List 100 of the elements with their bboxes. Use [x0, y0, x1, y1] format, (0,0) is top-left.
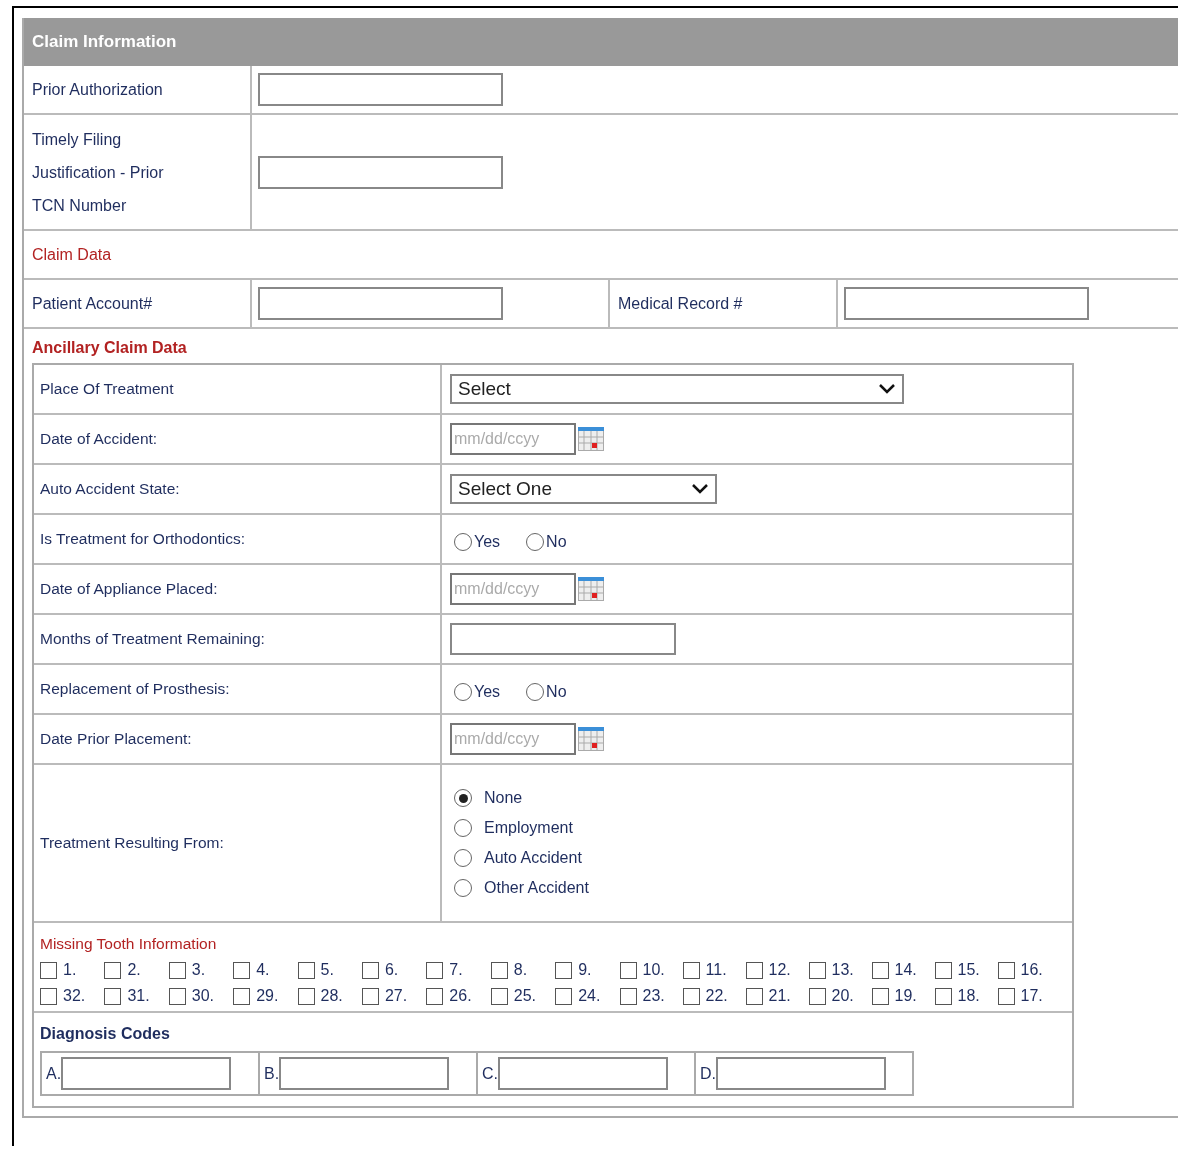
tooth-label: 30. [191, 987, 215, 1005]
checkbox[interactable] [808, 961, 826, 979]
tooth-label: 3. [191, 961, 206, 979]
field-label: Date of Appliance Placed: [40, 580, 218, 598]
checkbox[interactable] [361, 987, 379, 1005]
date-field[interactable]: mm/dd/ccyy [450, 573, 576, 605]
checkbox[interactable] [619, 987, 637, 1005]
checkbox[interactable] [297, 987, 315, 1005]
calendar-icon[interactable] [578, 577, 604, 601]
radio-label: Yes [474, 683, 501, 701]
radio-label: Auto Accident [484, 849, 582, 867]
tooth-label: 28. [320, 987, 343, 1005]
checkbox[interactable] [297, 961, 315, 979]
checkbox[interactable] [40, 961, 57, 979]
tooth-label: 24. [578, 987, 601, 1005]
tooth-label: 20. [831, 987, 854, 1005]
section-heading: Diagnosis Codes [40, 1025, 171, 1043]
text-field[interactable] [279, 1057, 450, 1090]
checkbox[interactable] [682, 961, 700, 979]
checkbox[interactable] [104, 961, 122, 979]
tooth-label: 32. [63, 987, 86, 1005]
tooth-label: 5. [320, 961, 334, 979]
checkbox[interactable] [934, 987, 952, 1005]
radio-label: Employment [484, 819, 573, 837]
field-label: Date of Accident: [40, 430, 158, 448]
checkbox[interactable] [104, 987, 122, 1005]
calendar-icon[interactable] [578, 427, 604, 451]
tooth-label: 10. [642, 961, 665, 979]
section-header: Claim Information [24, 18, 1178, 66]
tooth-label: 9. [578, 961, 592, 979]
checkbox[interactable] [233, 987, 251, 1005]
tooth-label: 17. [1020, 987, 1043, 1005]
checkbox[interactable] [682, 987, 700, 1005]
tooth-label: 26. [449, 987, 472, 1005]
checkbox[interactable] [997, 961, 1015, 979]
tooth-label: 6. [384, 961, 399, 979]
checkbox[interactable] [490, 987, 508, 1005]
date-field[interactable]: mm/dd/ccyy [450, 723, 576, 755]
text-field[interactable] [258, 287, 503, 320]
field-label: Medical Record # [618, 294, 743, 313]
checkbox[interactable] [745, 961, 763, 979]
checkbox[interactable] [871, 987, 889, 1005]
date-field[interactable]: mm/dd/ccyy [450, 423, 576, 455]
tooth-label: 29. [256, 987, 279, 1005]
section-heading: Missing Tooth Information [40, 935, 218, 953]
tooth-label: 11. [705, 961, 727, 979]
calendar-icon[interactable] [578, 727, 604, 751]
text-field[interactable] [450, 623, 676, 655]
select-field[interactable]: Select [450, 374, 904, 404]
checkbox[interactable] [426, 961, 444, 979]
field-label: Is Treatment for Orthodontics: [40, 530, 246, 548]
tooth-label: 13. [831, 961, 854, 979]
checkbox[interactable] [871, 961, 889, 979]
tooth-label: 31. [127, 987, 150, 1005]
text-field[interactable] [61, 1057, 232, 1090]
checkbox[interactable] [555, 961, 573, 979]
radio-label: Other Accident [484, 879, 589, 897]
checkbox[interactable] [361, 961, 379, 979]
field-label: Date Prior Placement: [40, 730, 192, 748]
tooth-label: 12. [768, 961, 791, 979]
checkbox[interactable] [997, 987, 1015, 1005]
checkbox[interactable] [555, 987, 573, 1005]
checkbox[interactable] [934, 961, 952, 979]
caret-icon [691, 483, 709, 495]
code-label: C. [482, 1064, 498, 1083]
field-label: Timely Filing Justification - Prior TCN Number [32, 129, 165, 216]
checkbox[interactable] [168, 961, 186, 979]
tooth-label: 25. [513, 987, 536, 1005]
checkbox[interactable] [233, 961, 251, 979]
field-label: Place Of Treatment [40, 380, 174, 398]
tooth-label: 14. [894, 961, 917, 979]
section-heading: Ancillary Claim Data [32, 339, 188, 357]
radio-label: None [484, 789, 523, 807]
field-label: Auto Accident State: [40, 480, 180, 498]
text-field[interactable] [844, 287, 1089, 320]
field-label: Patient Account# [32, 294, 153, 313]
checkbox[interactable] [808, 987, 826, 1005]
checkbox[interactable] [168, 987, 186, 1005]
tooth-label: 18. [957, 987, 980, 1005]
tooth-label: 7. [449, 961, 463, 979]
checkbox[interactable] [619, 961, 637, 979]
checkbox[interactable] [426, 987, 444, 1005]
tooth-label: 16. [1020, 961, 1043, 979]
checkbox[interactable] [745, 987, 763, 1005]
tooth-label: 23. [642, 987, 665, 1005]
tooth-label: 8. [513, 961, 528, 979]
tooth-label: 22. [705, 987, 728, 1005]
text-field[interactable] [716, 1057, 886, 1090]
tooth-label: 2. [127, 961, 141, 979]
code-label: A. [46, 1064, 62, 1083]
tooth-label: 1. [63, 961, 77, 979]
text-field[interactable] [258, 73, 503, 106]
text-field[interactable] [498, 1057, 668, 1090]
code-label: D. [700, 1064, 716, 1083]
checkbox[interactable] [40, 987, 57, 1005]
radio-label: No [546, 683, 567, 701]
select-field[interactable]: Select One [450, 474, 717, 504]
checkbox[interactable] [490, 961, 508, 979]
field-label: Treatment Resulting From: [40, 834, 224, 852]
text-field[interactable] [258, 155, 503, 189]
